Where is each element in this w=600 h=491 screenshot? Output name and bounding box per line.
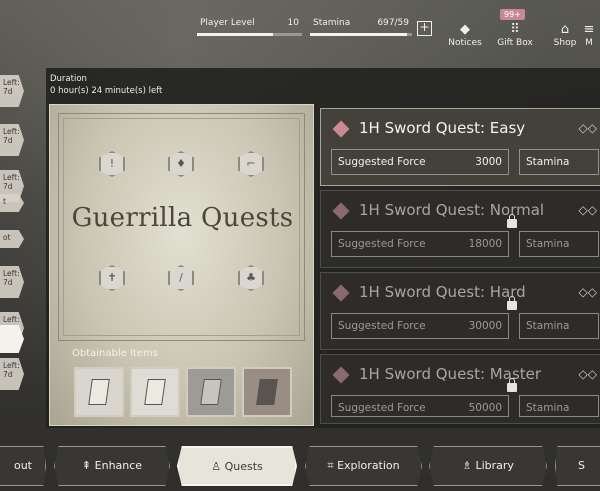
exploration-text: Exploration bbox=[337, 459, 400, 472]
stamina-cost-label: Stamina bbox=[526, 320, 570, 332]
notices-button[interactable]: ◆ Notices bbox=[443, 22, 487, 48]
notices-label: Notices bbox=[448, 38, 482, 48]
notice-icon: ◆ bbox=[460, 22, 470, 37]
quest-easy[interactable]: 1H Sword Quest: Easy ◇◇ Suggested Force … bbox=[320, 108, 600, 186]
quest-icon bbox=[332, 202, 350, 220]
force-value: 3000 bbox=[475, 156, 502, 168]
obtainable-item[interactable] bbox=[130, 367, 180, 417]
force-label: Suggested Force bbox=[338, 156, 426, 168]
tab-exploration-label: ⌗ Exploration bbox=[327, 459, 400, 472]
tab-out[interactable]: out bbox=[0, 446, 46, 486]
diamond-icons: ◇◇ bbox=[578, 203, 597, 217]
stamina-cost: Stamina bbox=[519, 313, 599, 339]
suggested-force: Suggested Force 18000 bbox=[331, 231, 509, 257]
stamina-cost-label: Stamina bbox=[526, 402, 570, 414]
item-card-icon bbox=[144, 379, 166, 405]
quest-title: 1H Sword Quest: Hard bbox=[359, 283, 526, 301]
quest-normal[interactable]: 1H Sword Quest: Normal ◇◇ Suggested Forc… bbox=[320, 190, 600, 268]
force-value: 30000 bbox=[468, 320, 502, 332]
stamina-fill bbox=[310, 33, 407, 36]
suggested-force: Suggested Force 50000 bbox=[331, 395, 509, 417]
item-card-icon bbox=[88, 379, 110, 405]
diamond-icons: ◇◇ bbox=[578, 285, 597, 299]
stamina-cost-label: Stamina bbox=[526, 238, 570, 250]
menu-label: M bbox=[585, 38, 593, 48]
quests-text: Quests bbox=[224, 460, 263, 473]
stamina-label: Stamina bbox=[313, 18, 351, 28]
tab-s[interactable]: S bbox=[555, 446, 600, 486]
quest-icon bbox=[332, 120, 350, 138]
obtainable-item[interactable] bbox=[242, 367, 292, 417]
duration-value: 0 hour(s) 24 minute(s) left bbox=[50, 86, 163, 96]
suggested-force: Suggested Force 30000 bbox=[331, 313, 509, 339]
player-level-fill bbox=[197, 33, 273, 36]
tab-s-label: S bbox=[578, 459, 585, 472]
quest-hard[interactable]: 1H Sword Quest: Hard ◇◇ Suggested Force … bbox=[320, 272, 600, 350]
force-label: Suggested Force bbox=[338, 320, 426, 332]
quest-title: 1H Sword Quest: Normal bbox=[359, 201, 545, 219]
gift-box-label: Gift Box bbox=[497, 38, 533, 48]
stamina-cost: Stamina bbox=[519, 231, 599, 257]
stamina-cost-label: Stamina bbox=[526, 156, 570, 168]
duration-label: Duration bbox=[50, 74, 87, 84]
menu-icon: ≡ bbox=[583, 22, 595, 37]
tab-quests[interactable]: ♙ Quests bbox=[177, 446, 297, 486]
item-card-icon bbox=[256, 379, 278, 405]
player-level-label: Player Level bbox=[200, 18, 255, 28]
lock-icon bbox=[507, 214, 517, 228]
tab-enhance-label: ⇞ Enhance bbox=[81, 459, 143, 472]
event-title: Guerrilla Quests bbox=[71, 203, 294, 233]
menu-button[interactable]: ≡ M bbox=[578, 22, 600, 48]
item-card-icon bbox=[200, 379, 222, 405]
tab-quests-label: ♙ Quests bbox=[211, 460, 263, 473]
tab-library[interactable]: ♗ Library bbox=[429, 446, 547, 486]
stamina: Stamina 697/59 bbox=[310, 14, 412, 44]
force-value: 18000 bbox=[468, 238, 502, 250]
quest-icon bbox=[332, 284, 350, 302]
obtainable-items-label: Obtainable Items bbox=[72, 348, 158, 359]
library-text: Library bbox=[475, 459, 514, 472]
enhance-text: Enhance bbox=[94, 459, 143, 472]
event-card: ! ♦ ⌐ Guerrilla Quests ✝ / ♣ Obtainable … bbox=[49, 104, 314, 426]
gift-badge: 99+ bbox=[500, 9, 525, 20]
tab-out-label: out bbox=[13, 459, 32, 472]
suggested-force: Suggested Force 3000 bbox=[331, 149, 509, 175]
stamina-bar bbox=[310, 33, 412, 36]
force-value: 50000 bbox=[468, 402, 502, 414]
duration: Duration 0 hour(s) 24 minute(s) left bbox=[50, 73, 162, 97]
quest-master[interactable]: 1H Sword Quest: Master ◇◇ Suggested Forc… bbox=[320, 354, 600, 424]
player-level-value: 10 bbox=[287, 18, 299, 28]
obtainable-item[interactable] bbox=[74, 367, 124, 417]
player-level: Player Level 10 bbox=[197, 14, 302, 44]
stamina-cost: Stamina bbox=[519, 149, 599, 175]
gift-box-button[interactable]: ⠿ Gift Box bbox=[493, 22, 537, 48]
obtainable-item[interactable] bbox=[186, 367, 236, 417]
diamond-icons: ◇◇ bbox=[578, 367, 597, 381]
tab-library-label: ♗ Library bbox=[462, 459, 514, 472]
diamond-icons: ◇◇ bbox=[578, 121, 597, 135]
stamina-value: 697/59 bbox=[377, 18, 409, 28]
force-label: Suggested Force bbox=[338, 402, 426, 414]
tab-exploration[interactable]: ⌗ Exploration bbox=[305, 446, 422, 486]
stamina-cost: Stamina bbox=[519, 395, 599, 417]
player-level-bar bbox=[197, 33, 302, 36]
quest-title: 1H Sword Quest: Easy bbox=[359, 119, 526, 137]
quest-icon bbox=[332, 366, 350, 384]
tab-enhance[interactable]: ⇞ Enhance bbox=[54, 446, 170, 486]
force-label: Suggested Force bbox=[338, 238, 426, 250]
top-bar: Player Level 10 Stamina 697/59 + ◆ Notic… bbox=[0, 0, 600, 58]
add-stamina-button[interactable]: + bbox=[417, 21, 432, 36]
lock-icon bbox=[507, 378, 517, 392]
lock-icon bbox=[507, 296, 517, 310]
gift-box-icon: ⠿ bbox=[510, 22, 520, 37]
